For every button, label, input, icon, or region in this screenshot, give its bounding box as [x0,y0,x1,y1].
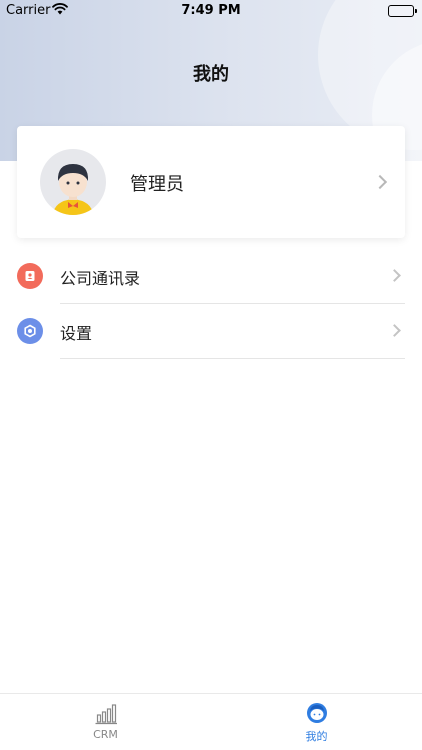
profile-name: 管理员 [130,174,184,195]
tab-bar: CRM 我的 [0,693,422,750]
divider [60,358,405,359]
user-icon [305,702,329,726]
battery-icon [388,5,417,17]
bar-chart-icon [94,702,118,726]
tab-mine[interactable]: 我的 [211,694,422,750]
divider [60,303,405,304]
status-bar: Carrier 7:49 PM [0,0,422,22]
chevron-right-icon [388,269,401,282]
menu-item-label: 设置 [60,324,93,343]
tab-crm[interactable]: CRM [0,694,211,750]
tab-label: 我的 [305,730,328,743]
menu-item-settings[interactable]: 设置 [0,305,422,359]
address-book-icon [17,263,43,289]
menu-item-contacts[interactable]: 公司通讯录 [0,250,422,304]
profile-card[interactable]: 管理员 [17,126,405,238]
menu-item-label: 公司通讯录 [60,269,141,288]
avatar [40,149,106,215]
settings-icon [17,318,43,344]
page-title: 我的 [193,64,229,85]
chevron-right-icon [372,174,388,190]
chevron-right-icon [388,324,401,337]
tab-label: CRM [93,728,118,741]
clock: 7:49 PM [181,3,241,18]
